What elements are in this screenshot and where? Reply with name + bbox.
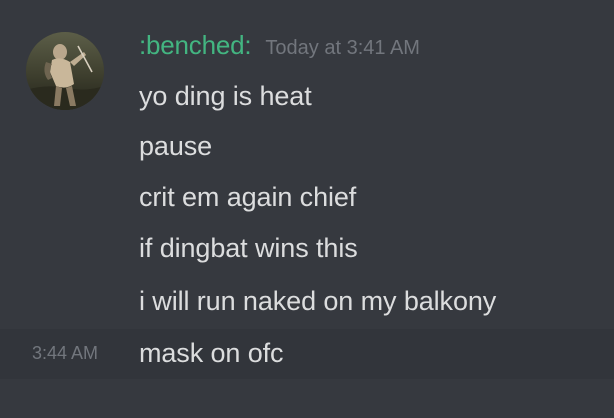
hovered-message-row[interactable]: 3:44 AM mask on ofc: [0, 329, 614, 379]
message-header: :benched: Today at 3:41 AM: [139, 30, 420, 70]
message-timestamp[interactable]: Today at 3:41 AM: [265, 37, 420, 60]
message-text: mask on ofc: [139, 338, 284, 368]
message-text: pause: [139, 131, 213, 161]
message-text: yo ding is heat: [139, 81, 312, 111]
chat-message-group: :benched: Today at 3:41 AM yo ding is he…: [0, 0, 614, 418]
message-text: i will run naked on my balkony: [139, 286, 497, 316]
message-side-timestamp[interactable]: 3:44 AM: [32, 343, 98, 364]
message-text: if dingbat wins this: [139, 233, 358, 263]
username[interactable]: :benched:: [139, 30, 252, 61]
message-text: crit em again chief: [139, 182, 357, 212]
avatar-photo-icon: [26, 32, 104, 110]
user-avatar[interactable]: [26, 32, 104, 110]
